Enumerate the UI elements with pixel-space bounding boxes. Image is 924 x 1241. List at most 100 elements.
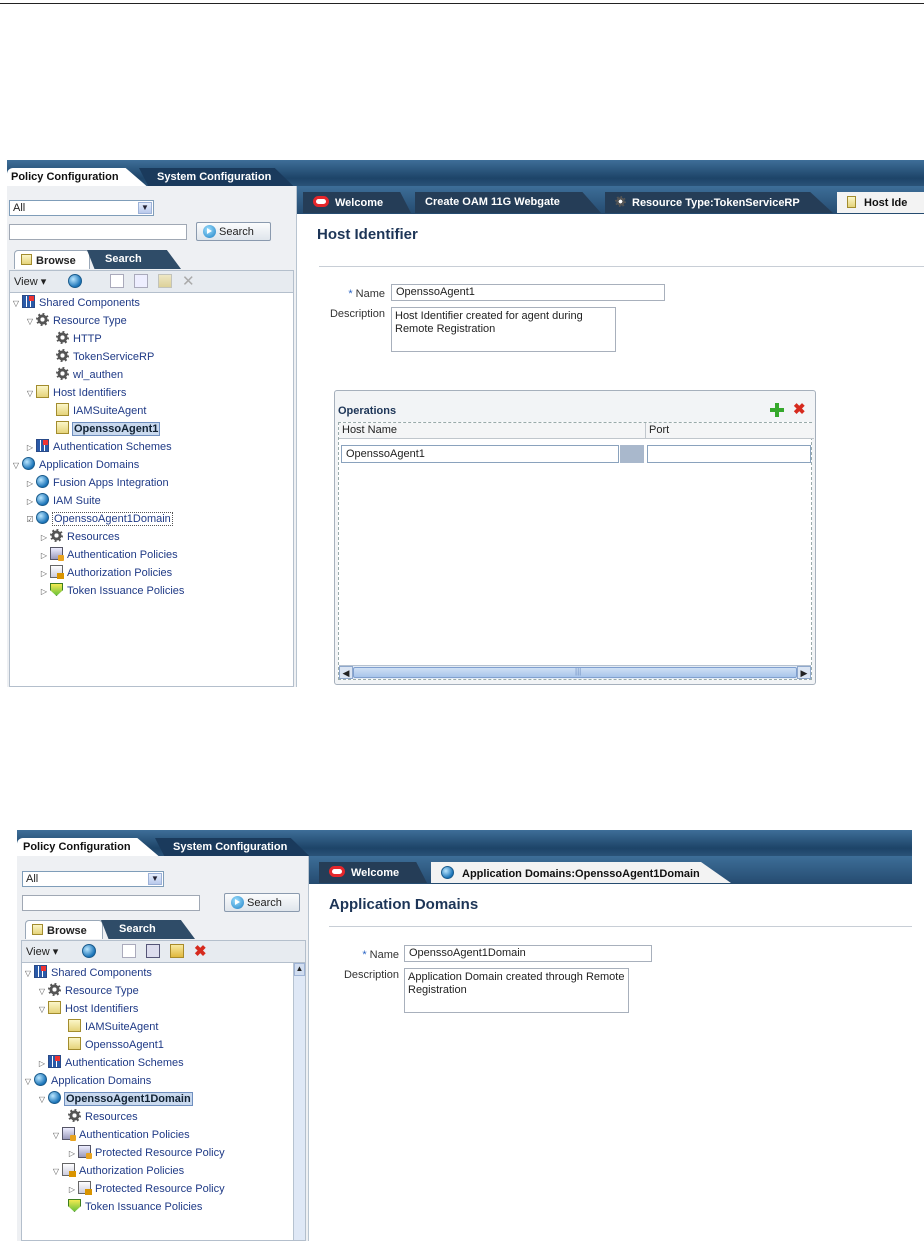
scroll-left-icon[interactable]: ◀ xyxy=(339,666,353,679)
scroll-up-icon[interactable]: ▲ xyxy=(294,963,305,976)
tree-node-host-identifiers[interactable]: ▽ Host Identifiers xyxy=(25,385,127,401)
document-icon xyxy=(847,196,856,208)
new-item-icon[interactable] xyxy=(110,274,124,288)
application-domains-screen: Policy Configuration System Configuratio… xyxy=(17,830,912,1241)
tab-policy-configuration[interactable]: Policy Configuration xyxy=(17,838,159,856)
scroll-thumb[interactable]: ||| xyxy=(353,667,797,678)
document-icon xyxy=(68,1037,81,1050)
tab-browse[interactable]: Browse xyxy=(14,250,90,269)
tab-search[interactable]: Search xyxy=(101,920,195,939)
tree-node-http[interactable]: HTTP xyxy=(45,331,103,347)
tree-toolbar: View ▾ ✖ xyxy=(21,940,306,962)
gear-icon xyxy=(56,331,69,344)
column-header-host-name[interactable]: Host Name xyxy=(339,423,646,439)
refresh-icon[interactable] xyxy=(68,274,82,288)
search-button[interactable]: Search xyxy=(224,893,300,912)
refresh-icon[interactable] xyxy=(82,944,96,958)
gear-icon xyxy=(48,983,61,996)
host-name-cell[interactable]: OpenssoAgent1 xyxy=(341,445,619,463)
open-folder-icon[interactable] xyxy=(170,944,184,958)
content-tab-bar: Welcome Application Domains:OpenssoAgent… xyxy=(309,856,912,884)
tab-search[interactable]: Search xyxy=(87,250,181,269)
search-button[interactable]: Search xyxy=(196,222,271,241)
tree-node-openssoagent1domain[interactable]: ☑ OpenssoAgent1Domain xyxy=(25,511,173,527)
tree-node-iamsuiteagent[interactable]: IAMSuiteAgent xyxy=(45,403,147,419)
tree-node-resources[interactable]: Resources xyxy=(57,1109,139,1125)
tree-node-token-issuance-policies[interactable]: Token Issuance Policies xyxy=(57,1199,203,1215)
tree-node-authentication-schemes[interactable]: ▷ Authentication Schemes xyxy=(25,439,173,455)
tab-welcome[interactable]: Welcome xyxy=(303,192,411,213)
tree-node-wl-authen[interactable]: wl_authen xyxy=(45,367,124,383)
tree-node-iamsuiteagent[interactable]: IAMSuiteAgent xyxy=(57,1019,159,1035)
tree-node-authentication-policies[interactable]: ▽ Authentication Policies xyxy=(51,1127,191,1143)
port-cell[interactable] xyxy=(647,445,811,463)
search-input[interactable] xyxy=(9,224,187,240)
tree-node-protected-resource-policy-authn[interactable]: ▷ Protected Resource Policy xyxy=(67,1145,226,1161)
name-field[interactable]: OpenssoAgent1 xyxy=(391,284,665,301)
tree-node-tokenservicerp[interactable]: TokenServiceRP xyxy=(45,349,155,365)
vertical-scrollbar[interactable]: ▲ xyxy=(293,963,305,1240)
description-label: Description xyxy=(343,969,399,981)
filter-select[interactable]: All ▼ xyxy=(9,200,154,216)
authz-policy-icon xyxy=(62,1163,76,1177)
view-menu[interactable]: View ▾ xyxy=(14,275,46,288)
tab-policy-configuration[interactable]: Policy Configuration xyxy=(7,168,147,186)
tree-node-authorization-policies[interactable]: ▷ Authorization Policies xyxy=(39,565,173,581)
description-field[interactable]: Host Identifier created for agent during… xyxy=(391,307,616,352)
horizontal-scrollbar[interactable]: ◀ ||| ▶ xyxy=(339,665,811,679)
globe-icon xyxy=(36,493,49,506)
tree-node-resource-type[interactable]: ▽ Resource Type xyxy=(25,313,128,329)
duplicate-icon[interactable] xyxy=(134,274,148,288)
tree-node-iam-suite[interactable]: ▷ IAM Suite xyxy=(25,493,102,509)
view-menu[interactable]: View ▾ xyxy=(26,945,58,958)
tree-node-host-identifiers[interactable]: ▽ Host Identifiers xyxy=(37,1001,139,1017)
new-item-icon[interactable] xyxy=(122,944,136,958)
top-navigation-bar: Policy Configuration System Configuratio… xyxy=(7,160,924,186)
tab-browse[interactable]: Browse xyxy=(25,920,103,939)
tree-node-shared-components[interactable]: ▽ Shared Components xyxy=(23,965,153,981)
column-header-port[interactable]: Port xyxy=(646,423,814,439)
add-icon[interactable] xyxy=(770,403,784,417)
grid-icon xyxy=(34,965,47,978)
browse-tree-icon xyxy=(21,254,32,265)
delete-icon[interactable]: ✖ xyxy=(194,942,207,960)
content-panel: Welcome Create OAM 11G Webgate Resource … xyxy=(297,186,924,687)
name-field[interactable]: OpenssoAgent1Domain xyxy=(404,945,652,962)
tab-host-identifier[interactable]: Host Ide xyxy=(837,192,924,213)
tree-node-token-issuance-policies[interactable]: ▷ Token Issuance Policies xyxy=(39,583,185,599)
tree-node-authorization-policies[interactable]: ▽ Authorization Policies xyxy=(51,1163,185,1179)
tree-node-resources[interactable]: ▷ Resources xyxy=(39,529,121,545)
chevron-down-icon[interactable]: ▼ xyxy=(138,202,152,214)
tab-resource-type-tokenservicerp[interactable]: Resource Type:TokenServiceRP xyxy=(605,192,833,213)
delete-icon[interactable]: ✖ xyxy=(793,402,806,417)
chevron-down-icon[interactable]: ▼ xyxy=(148,873,162,885)
duplicate-icon[interactable] xyxy=(146,944,160,958)
globe-icon xyxy=(441,866,454,879)
tree-node-protected-resource-policy-authz[interactable]: ▷ Protected Resource Policy xyxy=(67,1181,226,1197)
open-folder-icon[interactable] xyxy=(158,274,172,288)
scroll-right-icon[interactable]: ▶ xyxy=(797,666,811,679)
tree-node-openssoagent1[interactable]: OpenssoAgent1 xyxy=(45,421,161,437)
row-selector[interactable] xyxy=(620,445,644,463)
tree-node-shared-components[interactable]: ▽ Shared Components xyxy=(11,295,141,311)
tree-node-openssoagent1domain[interactable]: ▽ OpenssoAgent1Domain xyxy=(37,1091,193,1107)
tab-system-configuration[interactable]: System Configuration xyxy=(139,168,294,186)
content-tab-bar: Welcome Create OAM 11G Webgate Resource … xyxy=(297,186,924,214)
page-title: Application Domains xyxy=(329,896,479,913)
tab-application-domains-openssoagent1domain[interactable]: Application Domains:OpenssoAgent1Domain xyxy=(431,862,731,883)
tab-create-oam-webgate[interactable]: Create OAM 11G Webgate xyxy=(415,192,601,213)
tree-node-resource-type[interactable]: ▽ Resource Type xyxy=(37,983,140,999)
tree-node-authentication-schemes[interactable]: ▷ Authentication Schemes xyxy=(37,1055,185,1071)
description-field[interactable]: Application Domain created through Remot… xyxy=(404,968,629,1013)
tree-node-fusion-apps-integration[interactable]: ▷ Fusion Apps Integration xyxy=(25,475,170,491)
delete-icon[interactable]: ✕ xyxy=(182,272,195,290)
tree-node-application-domains[interactable]: ▽ Application Domains xyxy=(11,457,140,473)
tab-welcome[interactable]: Welcome xyxy=(319,862,427,883)
search-input[interactable] xyxy=(22,895,200,911)
tab-system-configuration[interactable]: System Configuration xyxy=(155,838,310,856)
document-icon xyxy=(56,421,69,434)
tree-node-authentication-policies[interactable]: ▷ Authentication Policies xyxy=(39,547,179,563)
tree-node-openssoagent1[interactable]: OpenssoAgent1 xyxy=(57,1037,165,1053)
tree-node-application-domains[interactable]: ▽ Application Domains xyxy=(23,1073,152,1089)
filter-select[interactable]: All ▼ xyxy=(22,871,164,887)
